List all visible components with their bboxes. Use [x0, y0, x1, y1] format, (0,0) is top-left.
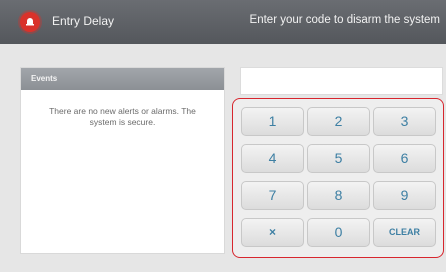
backspace-button[interactable]: × — [241, 218, 304, 247]
code-display-field — [240, 67, 443, 95]
header-bar: Entry Delay Enter your code to disarm th… — [0, 0, 446, 44]
key-4-button[interactable]: 4 — [241, 144, 304, 173]
key-0-button[interactable]: 0 — [307, 218, 370, 247]
events-message: There are no new alerts or alarms. The s… — [49, 106, 196, 127]
instruction-text: Enter your code to disarm the system — [249, 14, 440, 26]
events-panel: Events There are no new alerts or alarms… — [20, 67, 225, 254]
key-6-button[interactable]: 6 — [373, 144, 436, 173]
key-8-button[interactable]: 8 — [307, 181, 370, 210]
alarm-icon — [20, 12, 40, 32]
keypad: 1 2 3 4 5 6 7 8 9 × 0 CLEAR — [232, 98, 444, 258]
key-5-button[interactable]: 5 — [307, 144, 370, 173]
page-title: Entry Delay — [52, 14, 115, 28]
key-3-button[interactable]: 3 — [373, 107, 436, 136]
key-1-button[interactable]: 1 — [241, 107, 304, 136]
key-7-button[interactable]: 7 — [241, 181, 304, 210]
key-9-button[interactable]: 9 — [373, 181, 436, 210]
key-2-button[interactable]: 2 — [307, 107, 370, 136]
events-header: Events — [21, 68, 224, 90]
clear-button[interactable]: CLEAR — [373, 218, 436, 247]
